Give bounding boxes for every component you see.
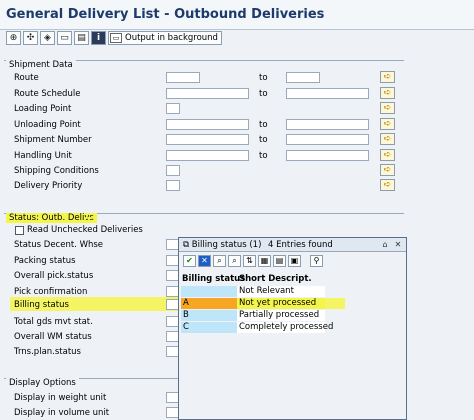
overall-wm-status-label: Overall WM status	[14, 332, 92, 342]
table-row-desc-selected[interactable]: Not yet processed	[237, 298, 325, 309]
table-row-key[interactable]: C	[181, 322, 237, 333]
popup-title-bar: ⧉ Billing status (1) 4 Entries found ⌂ ✕	[179, 238, 406, 252]
table-row-key[interactable]	[181, 286, 237, 297]
output-background-button[interactable]: ▭ Output in background	[108, 31, 222, 45]
table-row-desc[interactable]: Completely processed	[237, 322, 333, 333]
unloading-point-label: Unloading Point	[14, 120, 81, 130]
handling-unit-label: Handling Unit	[14, 151, 72, 161]
loading-point-field[interactable]	[166, 103, 180, 114]
delivery-priority-field[interactable]	[166, 180, 180, 191]
multiple-selection-arrow-icon[interactable]: ➪	[380, 118, 395, 130]
shipping-conditions-label: Shipping Conditions	[14, 166, 99, 176]
volume-unit-label: Display in volume unit	[14, 408, 110, 418]
to-label: to	[259, 120, 268, 130]
find-icon[interactable]: ⌕	[213, 255, 226, 267]
copy-icon[interactable]: ▣	[288, 255, 301, 267]
sort-icon[interactable]: ⇅	[243, 255, 256, 267]
route-to-field[interactable]	[286, 72, 320, 83]
route-schedule-to-field[interactable]	[286, 88, 369, 99]
shipment-number-from-field[interactable]	[166, 134, 249, 145]
status-decent-whse-label: Status Decent. Whse	[14, 240, 104, 250]
billing-status-popup: ⧉ Billing status (1) 4 Entries found ⌂ ✕…	[178, 237, 407, 420]
billing-status-header: Billing status	[182, 274, 246, 284]
highlight-mark	[84, 207, 94, 219]
weight-unit-label: Display in weight unit	[14, 393, 107, 403]
find-next-icon[interactable]: ⌕	[228, 255, 241, 267]
handling-unit-to-field[interactable]	[286, 150, 369, 161]
cancel-icon[interactable]: ✕	[198, 255, 211, 267]
selection-highlight-tail	[325, 298, 345, 309]
entries-found: 4 Entries found	[268, 240, 333, 250]
shipment-data-group: Shipment Data	[4, 60, 404, 200]
to-label: to	[259, 151, 268, 161]
multiple-selection-arrow-icon[interactable]: ➪	[380, 133, 395, 145]
get-variant-icon[interactable]: ▭	[57, 31, 72, 45]
route-from-field[interactable]	[166, 72, 200, 83]
title-bar: General Delivery List - Outbound Deliver…	[0, 0, 474, 30]
settings-icon[interactable]: ▤	[273, 255, 286, 267]
packing-status-label: Packing status	[14, 256, 76, 266]
display-options-label: Display Options	[6, 378, 79, 388]
execute-icon[interactable]: ⊕	[6, 31, 21, 45]
overall-pick-status-label: Overall pick.status	[14, 271, 94, 281]
multiple-selection-arrow-icon[interactable]: ➪	[380, 164, 395, 176]
table-row-key-selected[interactable]: A	[181, 298, 237, 309]
delivery-priority-label: Delivery Priority	[14, 181, 83, 191]
output-background-label: Output in background	[125, 33, 218, 43]
close-icon[interactable]: ✕	[393, 240, 403, 250]
route-schedule-from-field[interactable]	[166, 88, 249, 99]
popup-title-text: Billing status (1)	[191, 240, 262, 250]
table-row-key[interactable]: B	[181, 310, 237, 321]
multiple-selection-arrow-icon[interactable]: ➪	[380, 102, 395, 114]
selection-options-icon[interactable]: ◈	[40, 31, 55, 45]
popup-title: ⧉ Billing status (1)	[183, 240, 262, 250]
unloading-point-to-field[interactable]	[286, 119, 369, 130]
read-unchecked-checkbox[interactable]	[15, 226, 24, 235]
to-label: to	[259, 135, 268, 145]
multiple-selection-arrow-icon[interactable]: ➪	[380, 179, 395, 191]
shipment-data-label: Shipment Data	[6, 60, 76, 70]
handling-unit-from-field[interactable]	[166, 150, 249, 161]
minimize-icon[interactable]: ⌂	[380, 240, 390, 250]
short-descript-header: Short Descript.	[239, 274, 312, 284]
print-icon[interactable]: ▦	[258, 255, 271, 267]
page-title: General Delivery List - Outbound Deliver…	[6, 7, 325, 22]
popup-toolbar: ✔ ✕ ⌕ ⌕ ⇅ ▦ ▤ ▣ ⚲	[179, 253, 406, 267]
check-icon[interactable]: ✔	[183, 255, 196, 267]
to-label: to	[259, 89, 268, 99]
multiple-selection-arrow-icon[interactable]: ➪	[380, 149, 395, 161]
route-schedule-label: Route Schedule	[14, 89, 81, 99]
route-label: Route	[14, 73, 39, 83]
read-unchecked-label: Read Unchecked Deliveries	[27, 225, 143, 235]
total-gds-mvt-label: Total gds mvt stat.	[14, 317, 93, 327]
application-toolbar: ⊕ ✣ ◈ ▭ ▤ i ▭ Output in background	[0, 30, 474, 48]
info-icon[interactable]: i	[91, 31, 106, 45]
shipment-number-label: Shipment Number	[14, 135, 92, 145]
shipment-number-to-field[interactable]	[286, 134, 369, 145]
billing-status-label: Billing status	[14, 300, 69, 310]
trns-plan-status-label: Trns.plan.status	[14, 347, 81, 357]
variant-icon[interactable]: ✣	[23, 31, 38, 45]
unloading-point-from-field[interactable]	[166, 119, 249, 130]
table-row-desc[interactable]: Partially processed	[237, 310, 325, 321]
to-label: to	[259, 73, 268, 83]
table-row-desc[interactable]: Not Relevant	[237, 286, 325, 297]
pick-confirmation-label: Pick confirmation	[14, 287, 88, 297]
loading-point-label: Loading Point	[14, 104, 72, 114]
multiple-selection-arrow-icon[interactable]: ➪	[380, 87, 395, 99]
printer-icon: ▭	[110, 33, 122, 43]
shipping-conditions-field[interactable]	[166, 165, 180, 176]
multiple-selection-icon[interactable]: ▤	[74, 31, 89, 45]
pin-icon[interactable]: ⚲	[310, 255, 323, 267]
multiple-selection-arrow-icon[interactable]: ➪	[380, 71, 395, 83]
